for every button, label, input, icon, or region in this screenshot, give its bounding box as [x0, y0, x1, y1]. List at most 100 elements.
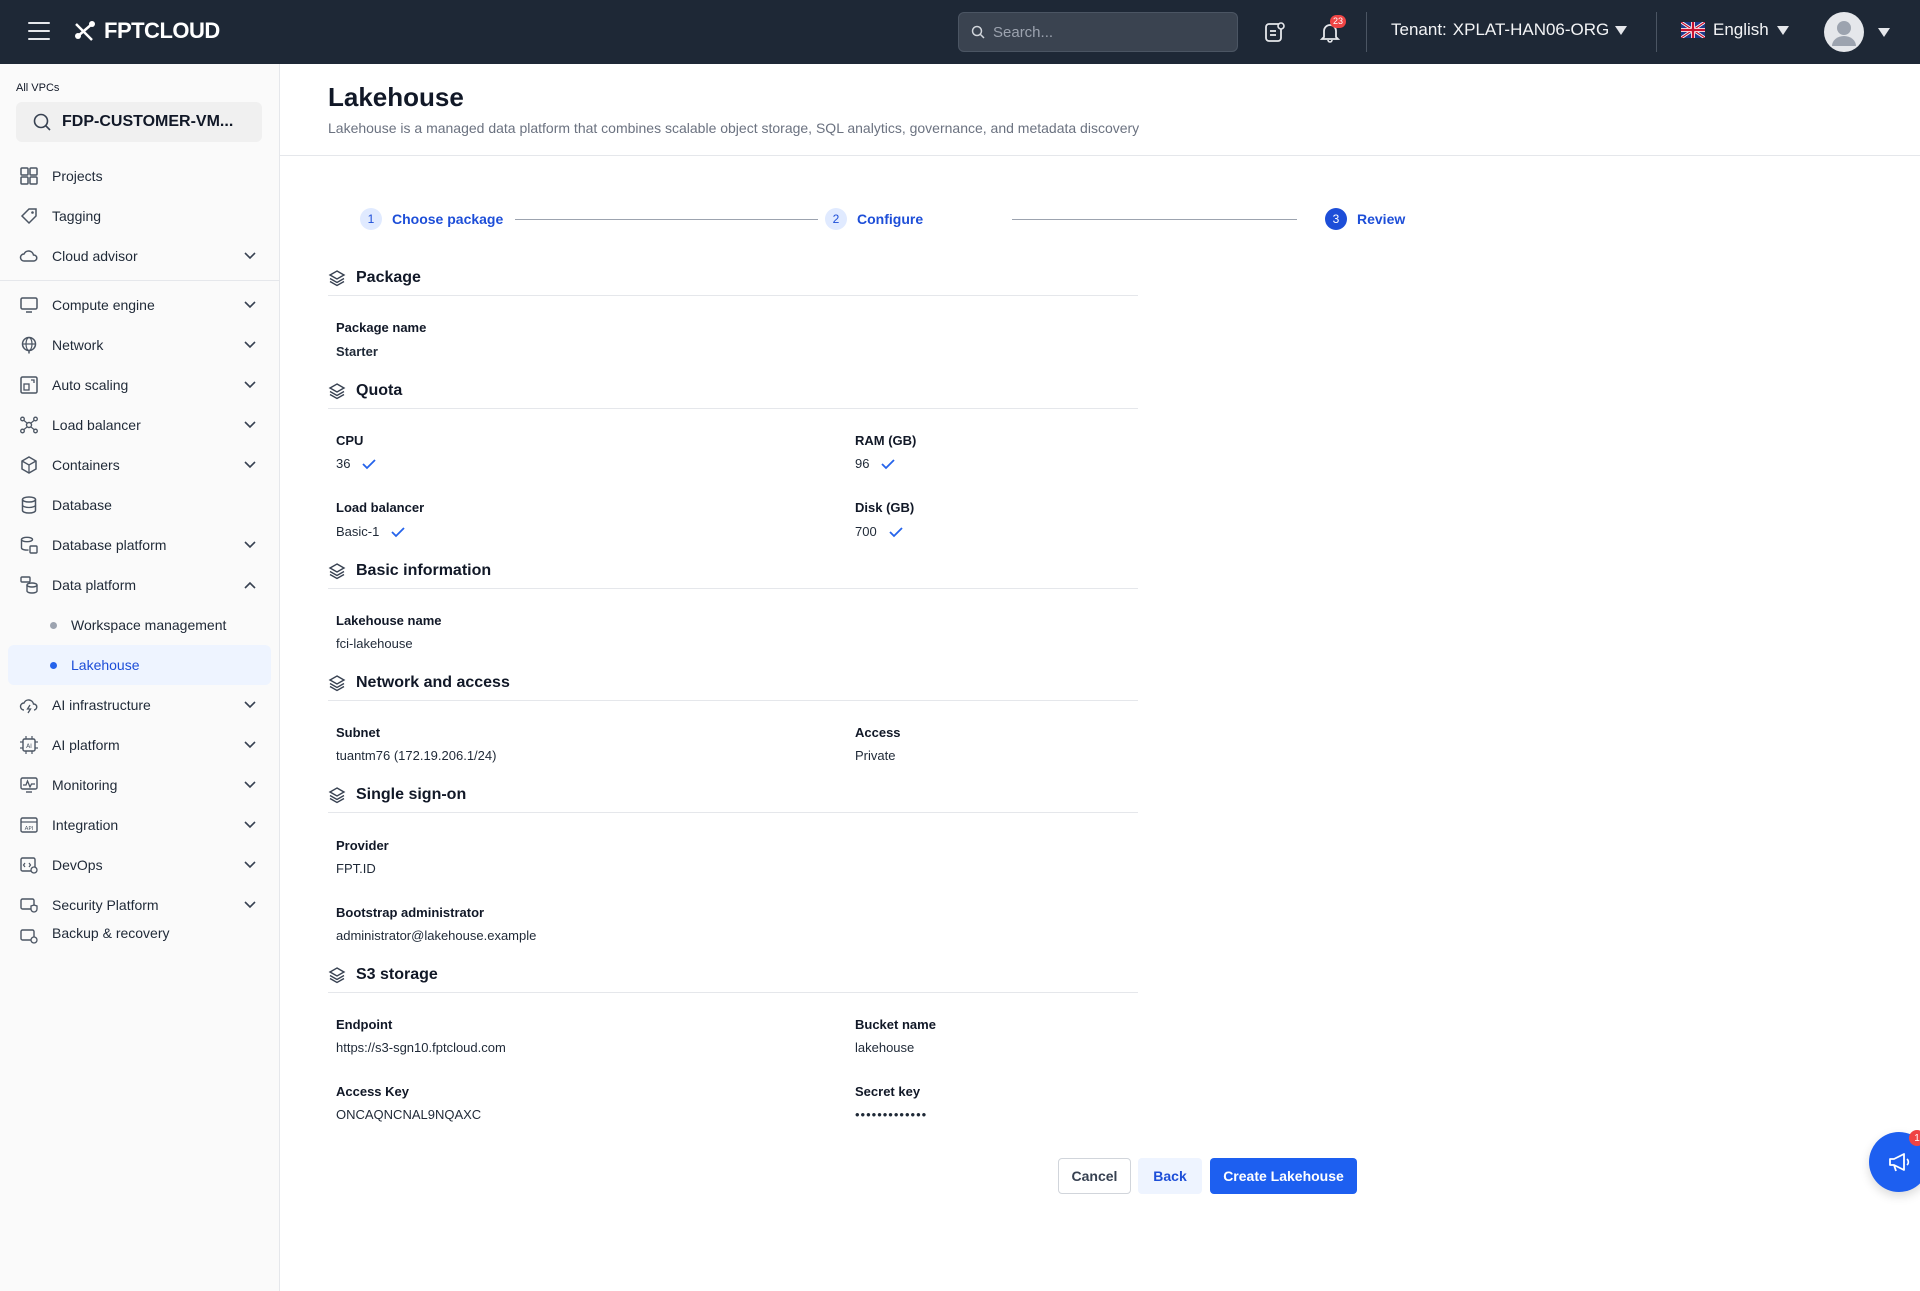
- sidebar-item-database-platform[interactable]: Database platform: [0, 525, 279, 565]
- user-menu-caret-icon[interactable]: [1878, 28, 1890, 37]
- chevron-down-icon: [244, 341, 256, 349]
- language-caret-icon: [1776, 25, 1789, 35]
- sidebar-item-label: AI infrastructure: [52, 697, 151, 713]
- secret-key-value: •••••••••••••: [855, 1107, 928, 1122]
- ram-label: RAM (GB): [855, 433, 917, 448]
- section-title: Single sign-on: [356, 786, 467, 803]
- sidebar-item-database[interactable]: Database: [0, 485, 279, 525]
- sidebar-menu: Projects Tagging Cloud advisor Compute e…: [0, 156, 279, 945]
- sidebar-item-auto-scaling[interactable]: Auto scaling: [0, 365, 279, 405]
- sidebar-item-integration[interactable]: API Integration: [0, 805, 279, 845]
- search-input[interactable]: [993, 23, 1213, 41]
- announcement-fab[interactable]: 1: [1869, 1130, 1920, 1192]
- database-platform-icon: [18, 534, 40, 556]
- data-platform-icon: [18, 574, 40, 596]
- sidebar-item-label: Database: [52, 497, 112, 513]
- layers-icon: [328, 270, 346, 287]
- sidebar-item-label: Projects: [52, 168, 103, 184]
- hamburger-menu-icon[interactable]: [28, 22, 50, 40]
- cpu-label: CPU: [336, 433, 364, 448]
- sidebar-item-label: Monitoring: [52, 777, 118, 793]
- sidebar-item-projects[interactable]: Projects: [0, 156, 279, 196]
- chevron-down-icon: [244, 421, 256, 429]
- uk-flag-icon: [1681, 22, 1705, 38]
- page-subtitle: Lakehouse is a managed data platform tha…: [328, 120, 1140, 136]
- bucket-name-label: Bucket name: [855, 1017, 936, 1032]
- wizard-stepper: 1 Choose package 2 Configure 3 Review: [360, 204, 1410, 236]
- section-s3-heading: S3 storage: [328, 966, 438, 984]
- language-selector[interactable]: English: [1681, 20, 1789, 40]
- tag-icon: [18, 205, 40, 227]
- section-title: S3 storage: [356, 966, 438, 983]
- sidebar-item-ai-infrastructure[interactable]: AI infrastructure: [0, 685, 279, 725]
- sidebar-item-label: Tagging: [52, 208, 102, 224]
- step-number: 2: [825, 208, 847, 230]
- sidebar-item-tagging[interactable]: Tagging: [0, 196, 279, 236]
- step-configure[interactable]: 2 Configure: [825, 208, 923, 230]
- sidebar-item-compute-engine[interactable]: Compute engine: [0, 285, 279, 325]
- devops-icon: [18, 854, 40, 876]
- sidebar-subitem-lakehouse[interactable]: Lakehouse: [8, 645, 271, 685]
- vpc-label: All VPCs: [16, 82, 60, 94]
- step-number: 1: [360, 208, 382, 230]
- step-connector: [1012, 219, 1297, 220]
- tenant-selector[interactable]: Tenant: XPLAT-HAN06-ORG: [1391, 20, 1628, 40]
- sidebar-item-security-platform[interactable]: Security Platform: [0, 885, 279, 925]
- backup-icon: [18, 925, 40, 945]
- disk-value: 700: [855, 524, 903, 539]
- sidebar-item-label: Network: [52, 337, 104, 353]
- sidebar-item-load-balancer[interactable]: Load balancer: [0, 405, 279, 445]
- cancel-button[interactable]: Cancel: [1058, 1158, 1131, 1194]
- vpc-selector[interactable]: FDP-CUSTOMER-VM...: [16, 102, 262, 142]
- sidebar-item-label: Workspace management: [71, 617, 227, 633]
- notification-count-badge: 23: [1329, 15, 1346, 28]
- megaphone-icon: [1889, 1153, 1910, 1172]
- tenant-caret-icon: [1615, 25, 1628, 35]
- section-network-heading: Network and access: [328, 674, 510, 692]
- section-title: Basic information: [356, 562, 492, 579]
- sidebar-item-label: Backup & recovery: [52, 925, 170, 941]
- sidebar-item-network[interactable]: Network: [0, 325, 279, 365]
- provider-value: FPT.ID: [336, 861, 376, 876]
- globe-icon: [18, 334, 40, 356]
- sidebar-item-cloud-advisor[interactable]: Cloud advisor: [0, 236, 279, 276]
- bullet-icon: [50, 661, 57, 669]
- sidebar-item-backup-recovery[interactable]: Backup & recovery: [0, 925, 279, 945]
- notification-bell-icon[interactable]: 23: [1316, 15, 1346, 46]
- check-icon: [362, 458, 377, 469]
- section-divider: [328, 295, 1138, 296]
- secret-key-label: Secret key: [855, 1084, 921, 1099]
- sidebar-item-devops[interactable]: DevOps: [0, 845, 279, 885]
- bootstrap-admin-label: Bootstrap administrator: [336, 905, 485, 920]
- ram-value: 96: [855, 456, 896, 471]
- ram-value-text: 96: [855, 456, 870, 471]
- back-button[interactable]: Back: [1138, 1158, 1202, 1194]
- topbar-divider: [1366, 12, 1367, 52]
- sidebar-subitem-workspace-management[interactable]: Workspace management: [0, 605, 279, 645]
- tenant-value: XPLAT-HAN06-ORG: [1452, 20, 1610, 39]
- check-icon: [391, 526, 405, 537]
- sidebar-item-data-platform[interactable]: Data platform: [0, 565, 279, 605]
- container-box-icon: [18, 454, 40, 476]
- page-header: Lakehouse Lakehouse is a managed data pl…: [280, 64, 1920, 156]
- top-navigation-bar: FPTCLOUD 23 Tenant: XPLAT-HAN06-ORG Engl…: [0, 0, 1920, 64]
- layers-icon: [328, 787, 346, 804]
- chevron-down-icon: [244, 461, 256, 469]
- cpu-value-text: 36: [336, 456, 351, 471]
- lakehouse-name-label: Lakehouse name: [336, 613, 442, 628]
- sidebar-item-containers[interactable]: Containers: [0, 445, 279, 485]
- step-review[interactable]: 3 Review: [1325, 208, 1405, 230]
- chevron-up-icon: [244, 581, 256, 589]
- fpt-cloud-logo[interactable]: FPTCLOUD: [72, 18, 220, 44]
- requests-icon[interactable]: [1261, 18, 1289, 46]
- global-search[interactable]: [958, 12, 1238, 52]
- chevron-down-icon: [244, 301, 256, 309]
- create-lakehouse-button[interactable]: Create Lakehouse: [1210, 1158, 1357, 1194]
- step-choose-package[interactable]: 1 Choose package: [360, 208, 503, 230]
- ai-infrastructure-icon: [18, 694, 40, 716]
- user-avatar[interactable]: [1824, 12, 1864, 52]
- security-icon: [18, 894, 40, 916]
- topbar-divider: [1656, 12, 1657, 52]
- sidebar-item-ai-platform[interactable]: AI AI platform: [0, 725, 279, 765]
- sidebar-item-monitoring[interactable]: Monitoring: [0, 765, 279, 805]
